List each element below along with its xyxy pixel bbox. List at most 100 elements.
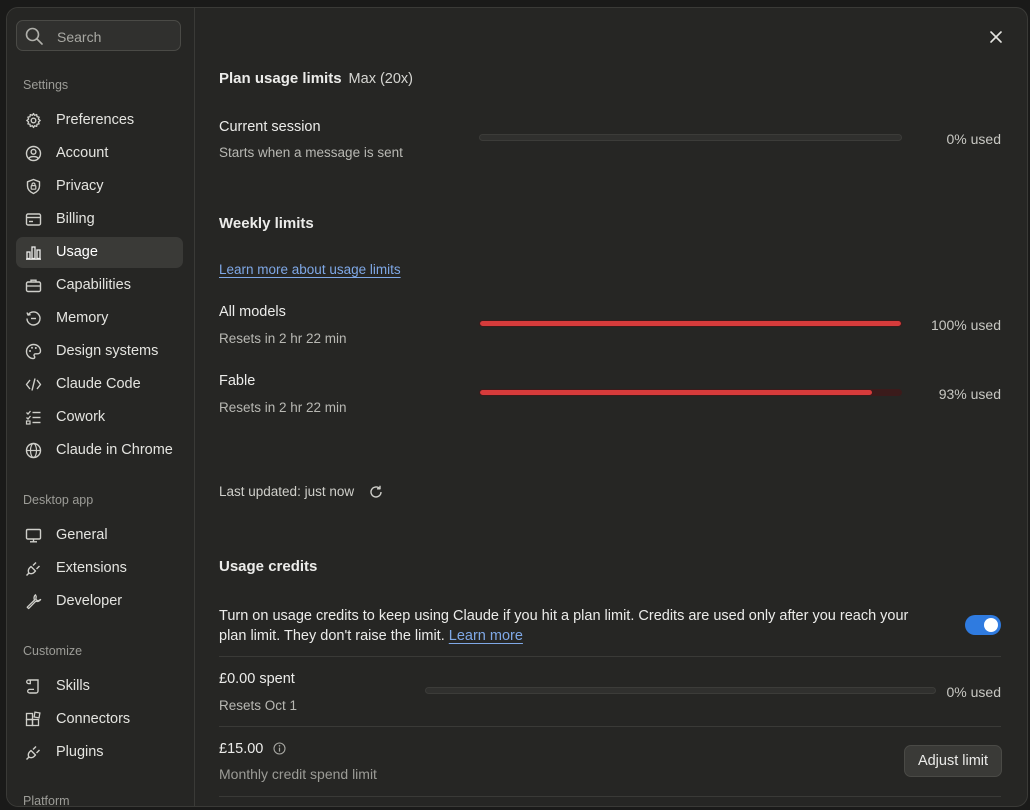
- search-icon: [25, 27, 43, 45]
- sidebar-item-label: Usage: [56, 244, 98, 260]
- credit-card-icon: [25, 211, 42, 228]
- sidebar-item-billing[interactable]: Billing: [16, 204, 183, 235]
- session-progress-bar: [479, 134, 902, 141]
- search-input[interactable]: [55, 26, 179, 48]
- plug-icon: [25, 744, 42, 761]
- sidebar-item-preferences[interactable]: Preferences: [16, 105, 183, 136]
- plan-usage-title: Plan usage limits: [219, 70, 342, 87]
- scroll-icon: [25, 678, 42, 695]
- sidebar-item-label: Cowork: [56, 409, 106, 425]
- fable-title: Fable: [219, 373, 256, 389]
- sidebar-item-label: Connectors: [56, 711, 131, 727]
- sidebar-item-claude-code[interactable]: Claude Code: [16, 369, 183, 400]
- settings-sidebar: Settings Preferences Account Privacy Bil…: [7, 8, 195, 806]
- toggle-knob: [984, 618, 998, 632]
- divider: [219, 796, 1001, 797]
- checklist-icon: [25, 409, 42, 426]
- sidebar-item-label: General: [56, 527, 108, 543]
- sidebar-item-developer[interactable]: Developer: [16, 586, 183, 617]
- sidebar-item-privacy[interactable]: Privacy: [16, 171, 183, 202]
- credit-limit-amount: £15.00: [219, 741, 286, 757]
- session-subtitle: Starts when a message is sent: [219, 145, 403, 160]
- briefcase-icon: [25, 277, 42, 294]
- group-label-settings: Settings: [23, 78, 69, 92]
- credits-description: Turn on usage credits to keep using Clau…: [219, 606, 929, 646]
- settings-window: Settings Preferences Account Privacy Bil…: [6, 7, 1028, 807]
- user-circle-icon: [25, 145, 42, 162]
- all-models-title: All models: [219, 304, 286, 320]
- sidebar-item-general[interactable]: General: [16, 520, 183, 551]
- divider: [219, 656, 1001, 657]
- plan-usage-heading: Plan usage limits Max (20x): [219, 70, 413, 87]
- sidebar-item-label: Claude in Chrome: [56, 442, 173, 458]
- usage-credits-toggle[interactable]: [965, 615, 1001, 635]
- sidebar-item-account[interactable]: Account: [16, 138, 183, 169]
- sidebar-item-label: Extensions: [56, 560, 127, 576]
- credits-progress-bar: [425, 687, 936, 694]
- blocks-icon: [25, 711, 42, 728]
- sidebar-item-label: Design systems: [56, 343, 159, 359]
- shield-lock-icon: [25, 178, 42, 195]
- sidebar-item-label: Capabilities: [56, 277, 131, 293]
- adjust-limit-button[interactable]: Adjust limit: [904, 745, 1002, 777]
- info-icon[interactable]: [273, 742, 286, 755]
- palette-icon: [25, 343, 42, 360]
- sidebar-item-label: Skills: [56, 678, 90, 694]
- sidebar-item-plugins[interactable]: Plugins: [16, 737, 183, 768]
- monitor-icon: [25, 527, 42, 544]
- last-updated: Last updated: just now: [219, 484, 355, 499]
- sidebar-item-label: Billing: [56, 211, 95, 227]
- sidebar-item-extensions[interactable]: Extensions: [16, 553, 183, 584]
- divider: [219, 726, 1001, 727]
- globe-icon: [25, 442, 42, 459]
- refresh-icon[interactable]: [368, 484, 384, 500]
- session-title: Current session: [219, 119, 321, 135]
- all-models-progress-bar: [479, 320, 902, 327]
- learn-more-usage-link[interactable]: Learn more about usage limits: [219, 262, 401, 277]
- credits-spent-reset: Resets Oct 1: [219, 698, 298, 713]
- plug-icon: [25, 560, 42, 577]
- sidebar-item-label: Account: [56, 145, 109, 161]
- sidebar-item-connectors[interactable]: Connectors: [16, 704, 183, 735]
- fable-progress-bar: [479, 389, 902, 396]
- fable-reset: Resets in 2 hr 22 min: [219, 400, 347, 415]
- sidebar-item-label: Developer: [56, 593, 123, 609]
- group-label-desktop-app: Desktop app: [23, 493, 94, 507]
- sidebar-item-label: Plugins: [56, 744, 104, 760]
- learn-more-usage-link-wrap: Learn more about usage limits: [219, 262, 401, 277]
- fable-progress-fill: [480, 390, 872, 395]
- code-icon: [25, 376, 42, 393]
- sidebar-item-memory[interactable]: Memory: [16, 303, 183, 334]
- sidebar-item-usage[interactable]: Usage: [16, 237, 183, 268]
- search-box[interactable]: [16, 20, 181, 51]
- usage-panel: Plan usage limits Max (20x) Current sessi…: [219, 8, 1002, 806]
- all-models-reset: Resets in 2 hr 22 min: [219, 331, 347, 346]
- sidebar-item-design-systems[interactable]: Design systems: [16, 336, 183, 367]
- sidebar-item-cowork[interactable]: Cowork: [16, 402, 183, 433]
- fable-percent: 93% used: [938, 386, 1001, 402]
- credits-spent-title: £0.00 spent: [219, 671, 295, 687]
- plan-tier: Max (20x): [348, 71, 414, 87]
- sidebar-item-skills[interactable]: Skills: [16, 671, 183, 702]
- credits-learn-more-link[interactable]: Learn more: [449, 628, 523, 644]
- credit-limit-value: £15.00: [219, 741, 264, 757]
- usage-credits-heading: Usage credits: [219, 558, 318, 575]
- gear-icon: [25, 112, 42, 129]
- sidebar-item-capabilities[interactable]: Capabilities: [16, 270, 183, 301]
- bar-chart-icon: [25, 244, 42, 261]
- weekly-limits-heading: Weekly limits: [219, 215, 314, 232]
- credit-limit-subtitle: Monthly credit spend limit: [219, 766, 377, 782]
- session-percent: 0% used: [946, 131, 1001, 147]
- history-icon: [25, 310, 42, 327]
- group-label-platform: Platform: [23, 794, 70, 807]
- all-models-percent: 100% used: [930, 317, 1001, 333]
- sidebar-item-label: Memory: [56, 310, 109, 326]
- sidebar-item-label: Preferences: [56, 112, 135, 128]
- wrench-icon: [25, 593, 42, 610]
- credits-description-text: Turn on usage credits to keep using Clau…: [219, 608, 909, 644]
- sidebar-item-label: Privacy: [56, 178, 104, 194]
- sidebar-item-claude-in-chrome[interactable]: Claude in Chrome: [16, 435, 183, 466]
- all-models-progress-fill: [480, 321, 901, 326]
- credits-percent: 0% used: [946, 684, 1001, 700]
- sidebar-item-label: Claude Code: [56, 376, 141, 392]
